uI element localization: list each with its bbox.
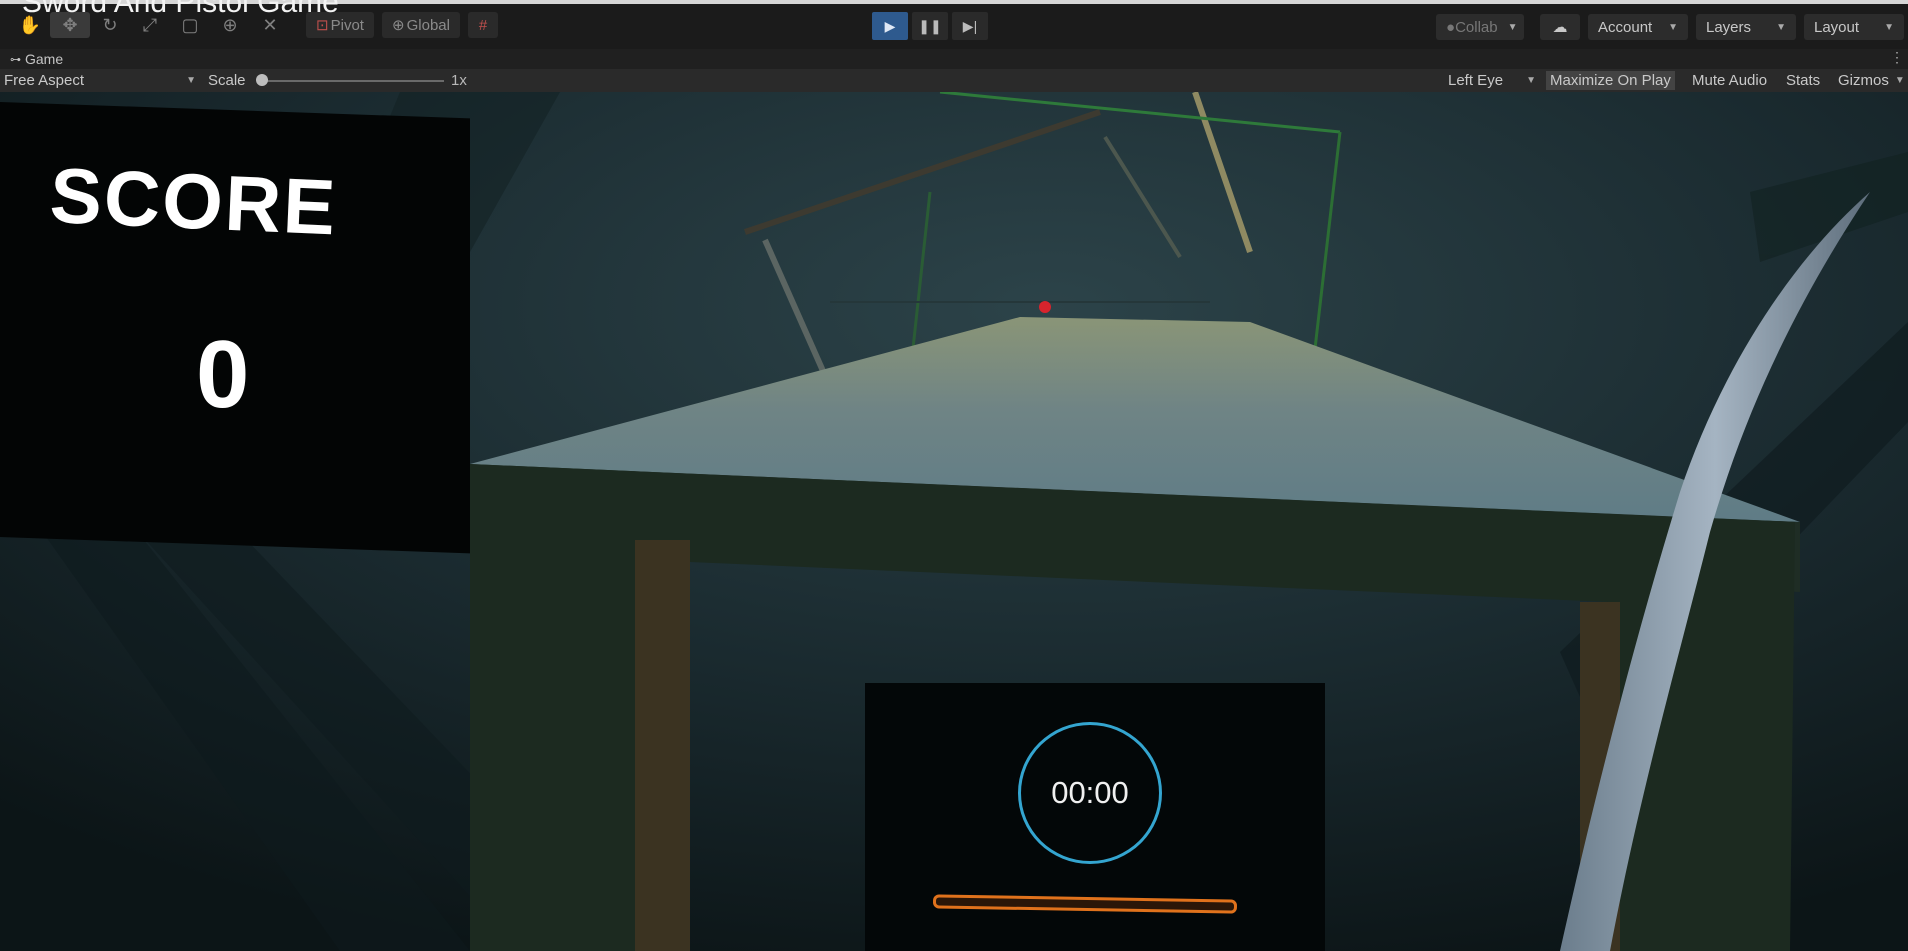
mute-audio-toggle[interactable]: Mute Audio bbox=[1688, 71, 1771, 90]
play-controls: ▶ ❚❚ ▶| bbox=[872, 12, 988, 40]
grid-snap-icon: # bbox=[478, 16, 488, 34]
game-view-controls: Free Aspect ▼ Scale 1x Left Eye ▼ Maximi… bbox=[0, 69, 1908, 92]
cloud-button[interactable]: ☁ bbox=[1540, 14, 1580, 40]
scale-label: Scale bbox=[208, 72, 246, 89]
red-ball-target bbox=[1039, 301, 1051, 313]
stats-label: Stats bbox=[1786, 72, 1821, 89]
scale-slider-track[interactable] bbox=[262, 80, 444, 82]
stats-toggle[interactable]: Stats bbox=[1782, 71, 1824, 90]
chevron-down-icon: ▼ bbox=[1884, 21, 1894, 33]
step-button[interactable]: ▶| bbox=[952, 12, 988, 40]
collab-label: Collab bbox=[1455, 18, 1498, 36]
collab-icon: ● bbox=[1446, 18, 1456, 36]
timer-ring: 00:00 bbox=[1018, 722, 1162, 864]
scale-slider-thumb[interactable] bbox=[256, 74, 268, 86]
aspect-value: Free Aspect bbox=[4, 72, 85, 89]
display-value: Left Eye bbox=[1448, 72, 1504, 89]
chevron-down-icon: ▼ bbox=[1526, 75, 1536, 86]
globe-icon: ⊕ bbox=[392, 17, 405, 34]
layout-dropdown[interactable]: Layout ▼ bbox=[1804, 14, 1904, 40]
chevron-down-icon: ▼ bbox=[1668, 21, 1678, 33]
maximize-on-play-toggle[interactable]: Maximize On Play bbox=[1546, 71, 1675, 90]
play-icon: ▶ bbox=[884, 17, 896, 34]
gizmos-label: Gizmos bbox=[1838, 72, 1889, 89]
chevron-down-icon: ▼ bbox=[1894, 75, 1905, 86]
step-icon: ▶| bbox=[962, 17, 978, 34]
unity-editor-window: { "video_title": "Sword And Pistol Game"… bbox=[0, 0, 1908, 951]
grid-snap-button[interactable]: # bbox=[468, 12, 498, 38]
global-toggle[interactable]: ⊕ Global bbox=[382, 12, 460, 38]
chevron-down-icon: ▼ bbox=[186, 75, 196, 86]
pause-icon: ❚❚ bbox=[918, 17, 942, 34]
layers-dropdown[interactable]: Layers ▼ bbox=[1696, 14, 1796, 40]
play-button[interactable]: ▶ bbox=[872, 12, 908, 40]
gamepad-icon: ⊶ bbox=[10, 53, 21, 66]
mute-label: Mute Audio bbox=[1692, 72, 1768, 89]
display-dropdown[interactable]: Left Eye ▼ bbox=[1444, 71, 1540, 90]
layout-label: Layout bbox=[1814, 18, 1860, 36]
table-leg bbox=[635, 540, 690, 951]
global-label: Global bbox=[406, 16, 450, 34]
chevron-down-icon: ▼ bbox=[1507, 21, 1518, 33]
score-title: SCORE bbox=[48, 150, 340, 252]
chevron-down-icon: ▼ bbox=[1776, 21, 1786, 33]
tab-game-label: Game bbox=[25, 51, 64, 67]
scale-value: 1x bbox=[451, 72, 467, 89]
maximize-label: Maximize On Play bbox=[1550, 72, 1671, 89]
account-label: Account bbox=[1598, 18, 1653, 36]
score-value: 0 bbox=[196, 321, 250, 428]
cloud-icon: ☁ bbox=[1552, 19, 1568, 36]
timer-value: 00:00 bbox=[1051, 775, 1129, 810]
tab-game[interactable]: ⊶ Game bbox=[10, 51, 63, 67]
gizmos-dropdown[interactable]: Gizmos ▼ bbox=[1834, 71, 1908, 90]
account-dropdown[interactable]: Account ▼ bbox=[1588, 14, 1688, 40]
collab-dropdown[interactable]: ● Collab ▼ bbox=[1436, 14, 1524, 40]
aspect-dropdown[interactable]: Free Aspect ▼ bbox=[4, 71, 196, 90]
game-tab-bar: ⊶ Game ⋮ bbox=[0, 49, 1908, 69]
video-title: Sword And Pistol Game bbox=[22, 0, 339, 19]
layers-label: Layers bbox=[1706, 18, 1752, 36]
more-options-icon[interactable]: ⋮ bbox=[1890, 49, 1904, 66]
pause-button[interactable]: ❚❚ bbox=[912, 12, 948, 40]
